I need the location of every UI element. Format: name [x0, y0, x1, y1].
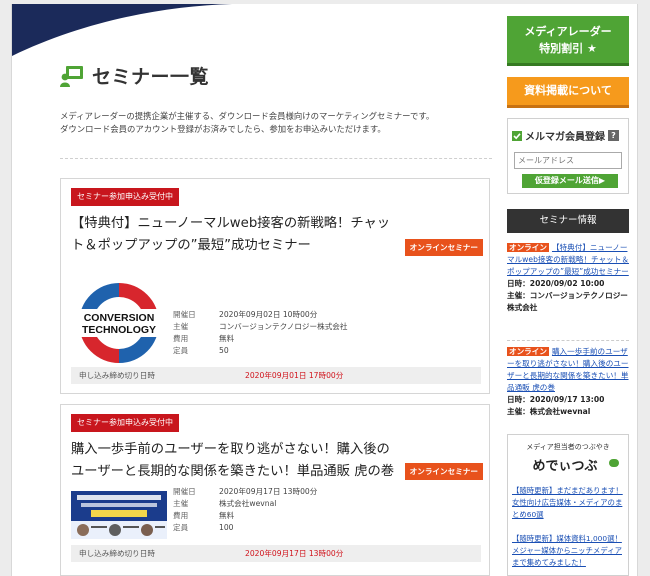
- online-seminar-badge: オンラインセミナー: [404, 239, 483, 256]
- capacity-value: 50: [219, 346, 229, 355]
- fee-label: 費用: [173, 334, 189, 343]
- medi-tsubu-logo[interactable]: メディア担当者のつぶやき めでぃつぶ: [513, 439, 623, 479]
- document-listing-button[interactable]: 資料掲載について: [507, 77, 629, 108]
- medi-tsubu-box: メディア担当者のつぶやき めでぃつぶ 【随時更新】まだまだあります！女性向け広告…: [507, 434, 629, 576]
- checkbox-icon: [512, 130, 522, 141]
- host-label: 主催: [173, 322, 189, 331]
- deadline-bar: 申し込み締め切り日時 2020年09月17日 13時00分: [71, 545, 481, 562]
- sidebar-seminar-datetime: 日時：2020/09/02 10:00: [507, 279, 605, 288]
- email-input[interactable]: [514, 152, 622, 169]
- medi-tsubu-article-2[interactable]: 【随時更新】媒体資料1,000選！メジャー媒体からニッチメディアまで集めてみまし…: [512, 533, 626, 569]
- capacity-value: 100: [219, 523, 234, 532]
- help-icon[interactable]: ?: [608, 130, 619, 141]
- logo-text-technology: TECHNOLOGY: [82, 324, 156, 336]
- intro-line-1: メディアレーダーの提携企業が主催する、ダウンロード会員様向けのマーケティングセミ…: [60, 111, 435, 121]
- deadline-label: 申し込み締め切り日時: [79, 549, 155, 558]
- sidebar-seminar-item-1[interactable]: オンライン 【特典付】ニューノーマルweb接客の新戦略！チャット＆ポップアップの”…: [507, 242, 629, 314]
- deadline-value: 2020年09月17日 13時00分: [245, 549, 344, 558]
- online-badge: オンライン: [507, 243, 549, 252]
- deadline-value: 2020年09月01日 17時00分: [245, 371, 344, 380]
- discount-line-1: メディアレーダー: [524, 25, 612, 38]
- date-label: 開催日: [173, 487, 196, 496]
- seminar-title-link[interactable]: 購入一歩手前のユーザーを取り逃がさない！購入後のユーザーと長期的な関係を築きたい…: [71, 439, 401, 483]
- fee-label: 費用: [173, 511, 189, 520]
- sidebar: メディアレーダー 特別割引 ★ 資料掲載について メルマガ会員登録 ? 仮登録メ…: [502, 4, 637, 576]
- status-badge: セミナー参加申込み受付中: [71, 188, 179, 206]
- capacity-label: 定員: [173, 346, 189, 355]
- mailmag-signup-box: メルマガ会員登録 ? 仮登録メール送信▶: [507, 118, 629, 194]
- page-title: セミナー一覧: [92, 66, 210, 88]
- sidebar-seminar-host: 主催：株式会社wevnal: [507, 407, 591, 416]
- divider: [60, 158, 492, 159]
- seminar-card-2[interactable]: セミナー参加申込み受付中 購入一歩手前のユーザーを取り逃がさない！購入後のユーザ…: [60, 404, 490, 576]
- seminar-info: 開催日 2020年09月17日 13時00分 主催 株式会社wevnal 費用 無料 …: [173, 486, 317, 534]
- host-value: コンバージョンテクノロジー株式会社: [219, 322, 348, 331]
- medi-tsubu-wordmark: めでぃつぶ: [532, 459, 597, 474]
- seminar-card-1[interactable]: セミナー参加申込み受付中 【特典付】ニューノーマルweb接客の新戦略！チャット＆…: [60, 178, 490, 394]
- date-label: 開催日: [173, 310, 196, 319]
- sidebar-divider: [507, 340, 629, 341]
- discount-line-2: 特別割引 ★: [539, 42, 597, 55]
- main-content: セミナー一覧 メディアレーダーの提携企業が主催する、ダウンロード会員様向けのマー…: [12, 4, 502, 576]
- seminar-banner-thumbnail[interactable]: [71, 491, 167, 539]
- special-discount-button[interactable]: メディアレーダー 特別割引 ★: [507, 16, 629, 66]
- status-badge: セミナー参加申込み受付中: [71, 414, 179, 432]
- sidebar-seminar-host: 主催：コンバージョンテクノロジー株式会社: [507, 291, 628, 312]
- page-title-row: セミナー一覧: [60, 62, 209, 89]
- seminar-info: 開催日 2020年09月02日 10時00分 主催 コンバージョンテクノロジー株式会…: [173, 309, 347, 357]
- mailmag-title: メルマガ会員登録 ?: [512, 128, 619, 143]
- deadline-label: 申し込み締め切り日時: [79, 371, 155, 380]
- seminar-title-link[interactable]: 【特典付】ニューノーマルweb接客の新戦略！チャット＆ポップアップの”最短”成功…: [71, 213, 401, 257]
- conversion-technology-logo[interactable]: CONVERSION TECHNOLOGY: [71, 275, 167, 371]
- fee-value: 無料: [219, 334, 235, 343]
- sidebar-seminar-item-2[interactable]: オンライン 購入一歩手前のユーザーを取り逃がさない！購入後のユーザーと長期的な関係…: [507, 346, 629, 418]
- online-badge: オンライン: [507, 347, 549, 356]
- page: セミナー一覧 メディアレーダーの提携企業が主催する、ダウンロード会員様向けのマー…: [11, 4, 638, 576]
- host-label: 主催: [173, 499, 189, 508]
- date-value: 2020年09月17日 13時00分: [219, 487, 318, 496]
- seminar-presentation-icon: [60, 65, 83, 87]
- sidebar-seminar-datetime: 日時：2020/09/17 13:00: [507, 395, 605, 404]
- intro-line-2: ダウンロード会員のアカウント登録がお済みでしたら、参加をお申込みいただけます。: [60, 124, 386, 134]
- intro-text: メディアレーダーの提携企業が主催する、ダウンロード会員様向けのマーケティングセミ…: [60, 110, 490, 136]
- medi-tsubu-caption: メディア担当者のつぶやき: [526, 442, 610, 451]
- seminar-info-header: セミナー情報: [507, 209, 629, 233]
- capacity-label: 定員: [173, 523, 189, 532]
- logo-text-conversion: CONVERSION: [84, 312, 155, 324]
- register-email-button[interactable]: 仮登録メール送信▶: [522, 174, 618, 188]
- medi-tsubu-article-1[interactable]: 【随時更新】まだまだあります！女性向け広告媒体・メディアのまとめ60選: [512, 485, 626, 521]
- fee-value: 無料: [219, 511, 235, 520]
- online-seminar-badge: オンラインセミナー: [404, 463, 483, 480]
- deadline-bar: 申し込み締め切り日時 2020年09月01日 17時00分: [71, 367, 481, 384]
- date-value: 2020年09月02日 10時00分: [219, 310, 318, 319]
- host-value: 株式会社wevnal: [219, 499, 277, 508]
- mailmag-title-text: メルマガ会員登録: [525, 132, 605, 143]
